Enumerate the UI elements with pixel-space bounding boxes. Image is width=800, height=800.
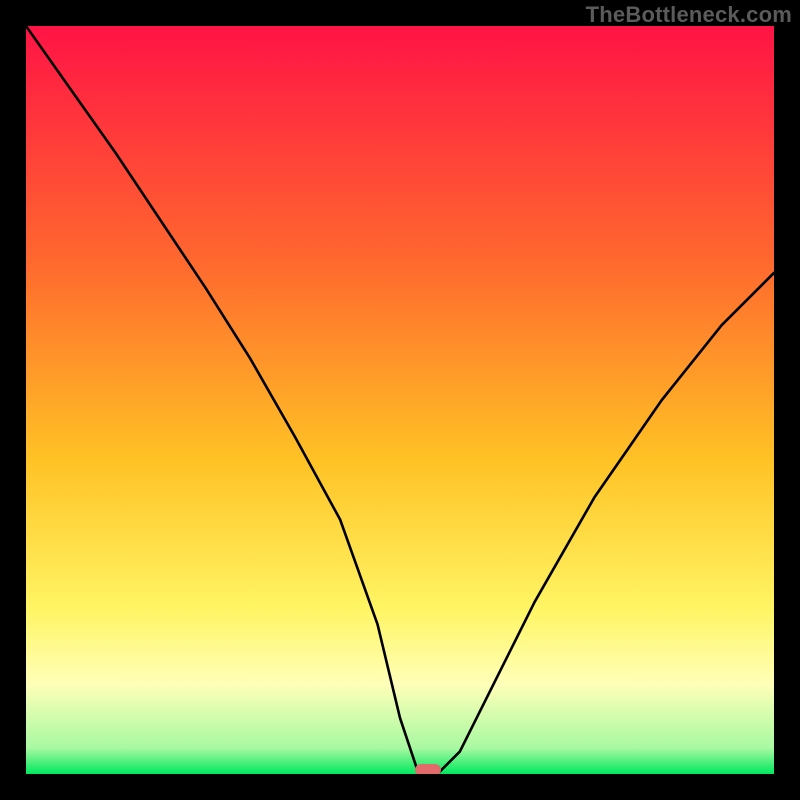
watermark-label: TheBottleneck.com bbox=[586, 2, 792, 28]
chart-stage: TheBottleneck.com bbox=[0, 0, 800, 800]
bottleneck-curve bbox=[26, 26, 774, 774]
plot-area bbox=[26, 26, 774, 774]
optimal-point-marker bbox=[415, 764, 441, 774]
